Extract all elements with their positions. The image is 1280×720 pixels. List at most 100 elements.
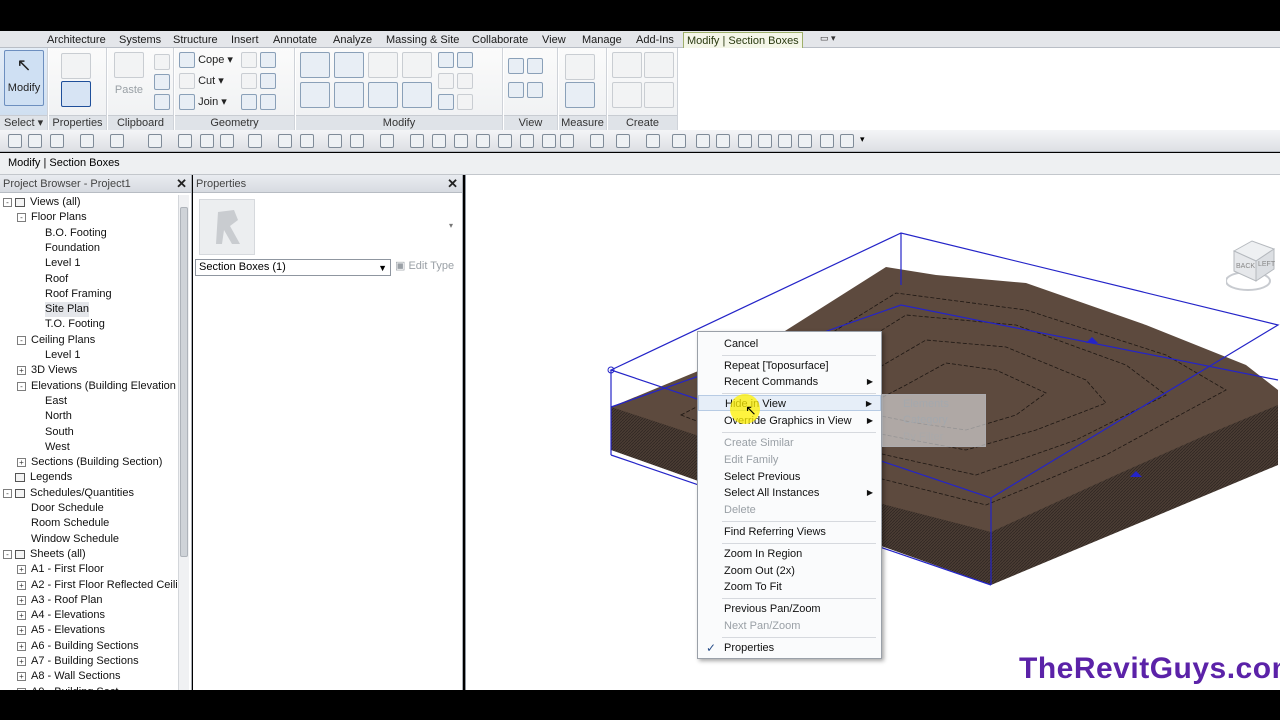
tree-item[interactable]: Room Schedule	[31, 516, 109, 531]
tree-group[interactable]: Elevations (Building Elevation	[31, 379, 176, 394]
tag-icon[interactable]	[200, 134, 214, 148]
rotate-qat-icon[interactable]	[696, 134, 710, 148]
paint-icon[interactable]	[241, 94, 277, 110]
menu-item-delete[interactable]: Delete	[698, 502, 881, 518]
tree-item[interactable]: Level 1	[45, 256, 80, 271]
arc-icon[interactable]	[672, 134, 686, 148]
thin-lines-icon[interactable]	[300, 134, 314, 148]
tree-group[interactable]: A4 - Elevations	[31, 608, 105, 623]
tree-group[interactable]: A1 - First Floor	[31, 562, 104, 577]
tree-item[interactable]: T.O. Footing	[45, 317, 105, 332]
close-hidden-icon[interactable]	[328, 134, 342, 148]
move-qat-icon[interactable]	[778, 134, 792, 148]
tree-item[interactable]: Door Schedule	[31, 501, 104, 516]
expand-toggle-icon[interactable]: +	[17, 565, 26, 575]
mirror-axis-icon[interactable]	[368, 52, 398, 78]
create-assembly-icon[interactable]	[644, 52, 674, 78]
text-icon[interactable]	[220, 134, 234, 148]
tree-item[interactable]: Site Plan	[45, 302, 90, 318]
roof-icon[interactable]	[498, 134, 512, 148]
tree-group[interactable]: A3 - Roof Plan	[31, 593, 103, 608]
tab-massing-site[interactable]: Massing & Site	[383, 32, 462, 48]
modify-button[interactable]: ↖ Modify	[4, 50, 44, 106]
select-dropdown[interactable]: Select ▾	[0, 115, 47, 130]
close-icon[interactable]: ✕	[176, 175, 187, 193]
cope-button[interactable]: Cope ▾	[179, 52, 233, 68]
tree-item[interactable]: Level 1	[45, 348, 80, 363]
menu-item-override-graphics[interactable]: Override Graphics in View ▶	[698, 413, 881, 429]
type-selector[interactable]: Section Boxes (1) ▼	[195, 259, 391, 276]
scale-icon[interactable]	[438, 94, 474, 110]
split-icon[interactable]	[438, 52, 474, 68]
menu-item-recent-commands[interactable]: Recent Commands ▶	[698, 374, 881, 390]
door-icon[interactable]	[432, 134, 446, 148]
tab-modify-section-boxes[interactable]: Modify | Section Boxes	[683, 32, 803, 48]
tree-item[interactable]: Window Schedule	[31, 532, 119, 547]
match-type-icon[interactable]	[154, 94, 170, 110]
expand-toggle-icon[interactable]: +	[17, 626, 26, 636]
tree-group[interactable]: A2 - First Floor Reflected Ceilin	[31, 578, 184, 593]
expand-toggle-icon[interactable]: +	[17, 580, 26, 590]
tab-systems[interactable]: Systems	[116, 32, 164, 48]
copy-icon[interactable]	[334, 82, 364, 108]
trim-extend-icon[interactable]	[402, 82, 432, 108]
tree-group[interactable]: Floor Plans	[31, 210, 87, 225]
stair-icon[interactable]	[454, 134, 468, 148]
tab-view[interactable]: View	[539, 32, 569, 48]
measure-icon[interactable]	[565, 54, 595, 80]
tab-add-ins[interactable]: Add-Ins	[633, 32, 677, 48]
qat-customize-icon[interactable]: ▾	[860, 134, 865, 145]
redo-icon[interactable]	[110, 134, 124, 148]
cut-clip-icon[interactable]	[154, 54, 170, 70]
offset-icon[interactable]	[334, 52, 364, 78]
edit-type-button[interactable]: ▣ Edit Type	[395, 259, 454, 272]
open-icon[interactable]	[8, 134, 22, 148]
menu-item-edit-family[interactable]: Edit Family	[698, 452, 881, 468]
align-icon[interactable]	[300, 52, 330, 78]
save-icon[interactable]	[28, 134, 42, 148]
expand-toggle-icon[interactable]: +	[17, 458, 26, 468]
collapse-toggle-icon[interactable]: -	[17, 213, 26, 223]
railing-icon[interactable]	[476, 134, 490, 148]
align-qat-icon[interactable]	[798, 134, 812, 148]
type-properties-icon[interactable]	[61, 53, 91, 79]
tab-analyze[interactable]: Analyze	[330, 32, 375, 48]
collapse-toggle-icon[interactable]: -	[17, 381, 26, 391]
viewcube[interactable]: BACK LEFT	[1226, 233, 1276, 293]
tree-category[interactable]: Sheets (all)	[30, 547, 86, 562]
paste-button[interactable]: Paste	[114, 52, 144, 96]
submenu-item-elements[interactable]: Elements	[903, 398, 949, 410]
menu-item-previous-pan-zoom[interactable]: Previous Pan/Zoom	[698, 601, 881, 617]
move-icon[interactable]	[300, 82, 330, 108]
tree-group[interactable]: A6 - Building Sections	[31, 639, 139, 654]
expand-toggle-icon[interactable]: +	[17, 657, 26, 666]
tree-item[interactable]: South	[45, 425, 74, 440]
dimension-icon[interactable]	[565, 82, 595, 108]
tree-group[interactable]: A5 - Elevations	[31, 623, 105, 638]
tab-manage[interactable]: Manage	[579, 32, 625, 48]
ribbon-minimize-icon[interactable]: ▭ ▾	[820, 33, 846, 46]
switch-windows-icon[interactable]	[350, 134, 364, 148]
type-dropdown-arrow-icon[interactable]: ▾	[449, 221, 453, 230]
array-icon[interactable]	[438, 73, 474, 89]
rotate-icon[interactable]	[368, 82, 398, 108]
tree-category[interactable]: Legends	[30, 470, 72, 485]
group-qat-icon[interactable]	[820, 134, 834, 148]
expand-toggle-icon[interactable]: +	[17, 611, 26, 621]
menu-item-select-previous[interactable]: Select Previous	[698, 469, 881, 485]
sync-icon[interactable]	[50, 134, 64, 148]
tab-architecture[interactable]: Architecture	[44, 32, 109, 48]
menu-item-create-similar[interactable]: Create Similar	[698, 435, 881, 451]
3d-view-icon[interactable]	[248, 134, 262, 148]
menu-item-next-pan-zoom[interactable]: Next Pan/Zoom	[698, 618, 881, 634]
tree-item[interactable]: Foundation	[45, 241, 100, 256]
expand-toggle-icon[interactable]: +	[17, 672, 26, 682]
tree-category[interactable]: Views (all)	[30, 195, 81, 210]
tab-insert[interactable]: Insert	[228, 32, 262, 48]
settings-qat-icon[interactable]	[840, 134, 854, 148]
split-face-icon[interactable]	[241, 73, 277, 89]
tree-category[interactable]: Schedules/Quantities	[30, 486, 134, 501]
expand-toggle-icon[interactable]: +	[17, 366, 26, 376]
window-icon[interactable]	[410, 134, 424, 148]
corner-icon[interactable]	[758, 134, 772, 148]
